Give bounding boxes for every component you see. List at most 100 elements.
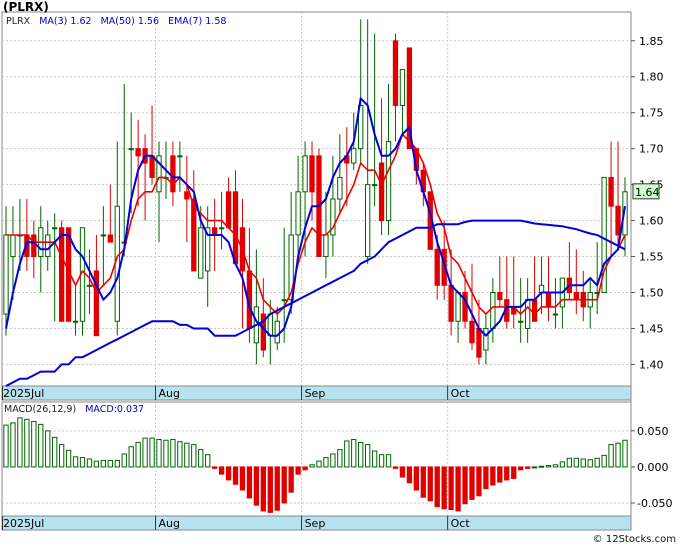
candle-body-up xyxy=(128,148,134,151)
candle-body-down xyxy=(31,234,37,258)
macd-bar-positive xyxy=(3,424,9,468)
macd-bar-positive xyxy=(121,453,127,468)
chart-stage: (PLRX) 1.401.451.501.551.601.651.701.751… xyxy=(0,0,680,546)
candle-body-down xyxy=(225,191,232,229)
candle-body-down xyxy=(531,299,538,322)
candle-body-up xyxy=(399,69,406,106)
price-y-tick-label: 1.55 xyxy=(639,251,664,264)
candle-body-up xyxy=(552,313,559,316)
macd-y-tick-label: 0.050 xyxy=(637,425,669,438)
macd-bar-positive xyxy=(93,460,100,468)
candle-body-up xyxy=(100,234,107,237)
price-y-tick-label: 1.85 xyxy=(639,35,664,48)
macd-bar-negative xyxy=(260,466,266,512)
macd-bar-positive xyxy=(385,454,392,468)
candle-body-up xyxy=(177,155,183,158)
candle-body-up xyxy=(538,284,545,293)
macd-bar-negative xyxy=(406,466,413,484)
macd-bar-positive xyxy=(58,444,65,468)
macd-bar-positive xyxy=(170,439,176,468)
macd-bar-negative xyxy=(434,466,440,508)
candle-body-up xyxy=(518,320,524,323)
macd-bar-positive xyxy=(100,459,107,468)
macd-y-tick-label: 0.000 xyxy=(637,461,669,474)
price-x-axis-tick-label: Oct xyxy=(451,387,471,400)
candle-body-down xyxy=(497,292,503,301)
macd-panel-frame xyxy=(1,401,632,517)
macd-bar-positive xyxy=(358,441,364,468)
macd-x-axis-tick-label: 2025Jul xyxy=(3,517,44,530)
candle-body-up xyxy=(267,313,273,337)
price-y-tick-label: 1.70 xyxy=(639,143,664,156)
legend-ma50-value: 1.56 xyxy=(137,16,159,27)
macd-bar-positive xyxy=(184,442,190,468)
price-y-tick-label: 1.80 xyxy=(639,71,664,84)
macd-bar-positive xyxy=(107,459,113,468)
price-y-tick-label: 1.50 xyxy=(639,287,664,300)
macd-bar-positive xyxy=(601,454,607,468)
macd-bar-negative xyxy=(295,466,301,475)
macd-bar-positive xyxy=(10,422,16,468)
candle-body-down xyxy=(469,320,475,344)
candle-body-up xyxy=(524,299,531,329)
macd-x-axis-tick-label: Oct xyxy=(451,517,471,530)
macd-bar-positive xyxy=(330,453,336,468)
macd-bar-negative xyxy=(232,466,239,485)
candle-body-up xyxy=(10,234,16,258)
legend-ma50-label: MA(50) xyxy=(100,16,135,27)
macd-bar-positive xyxy=(17,417,23,468)
macd-bar-positive xyxy=(114,459,120,468)
macd-bar-positive xyxy=(538,465,545,468)
candle-body-down xyxy=(615,205,621,236)
macd-bar-positive xyxy=(351,439,357,468)
candle-body-down xyxy=(149,155,155,178)
macd-bar-positive xyxy=(52,436,58,468)
candle-body-down xyxy=(191,198,197,272)
candle-body-up xyxy=(72,320,79,323)
legend-ma3-label: MA(3) xyxy=(39,16,68,27)
candle-body-down xyxy=(448,284,454,322)
macd-bar-positive xyxy=(191,444,197,468)
macd-bar-negative xyxy=(483,466,489,490)
candle-body-up xyxy=(198,227,204,279)
macd-bar-negative xyxy=(455,466,461,512)
macd-bar-positive xyxy=(622,439,628,468)
macd-bar-positive xyxy=(323,457,329,468)
candle-body-down xyxy=(184,191,190,200)
macd-bar-negative xyxy=(267,466,273,513)
candle-body-up xyxy=(365,184,371,258)
macd-bar-positive xyxy=(371,450,378,468)
price-x-axis-tick-label: Aug xyxy=(159,387,180,400)
macd-bar-positive xyxy=(573,457,579,468)
macd-bar-positive xyxy=(86,458,93,468)
macd-bar-positive xyxy=(587,459,593,468)
macd-bar-positive xyxy=(552,464,559,468)
macd-bar-negative xyxy=(281,466,287,504)
macd-bar-positive xyxy=(531,466,538,469)
candle-body-up xyxy=(371,184,378,187)
macd-bar-negative xyxy=(246,466,253,499)
macd-bar-positive xyxy=(316,460,322,468)
candle-body-up xyxy=(490,292,496,329)
macd-bar-negative xyxy=(518,466,524,471)
price-y-tick-label: 1.60 xyxy=(639,215,664,228)
legend-ema7-value: 1.58 xyxy=(205,16,227,27)
legend-symbol: PLRX xyxy=(6,16,31,27)
candle-body-down xyxy=(434,248,440,286)
macd-bar-positive xyxy=(163,439,169,468)
candle-body-up xyxy=(302,155,308,193)
macd-bar-negative xyxy=(274,466,280,511)
macd-bar-positive xyxy=(31,420,37,468)
macd-legend: MACD(26,12,9) MACD:0.037 xyxy=(4,404,144,415)
chart-title: (PLRX) xyxy=(3,0,49,14)
macd-bar-negative xyxy=(239,466,246,491)
macd-bar-positive xyxy=(205,454,211,468)
macd-bar-positive xyxy=(344,440,350,468)
chart-svg: 1.401.451.501.551.601.651.701.751.801.85… xyxy=(1,11,672,531)
candle-body-down xyxy=(135,148,141,157)
macd-bar-positive xyxy=(156,439,162,468)
candle-body-up xyxy=(3,234,9,315)
macd-bar-negative xyxy=(469,466,475,500)
macd-y-tick-label: -0.050 xyxy=(637,497,672,510)
candle-body-up xyxy=(218,227,225,230)
